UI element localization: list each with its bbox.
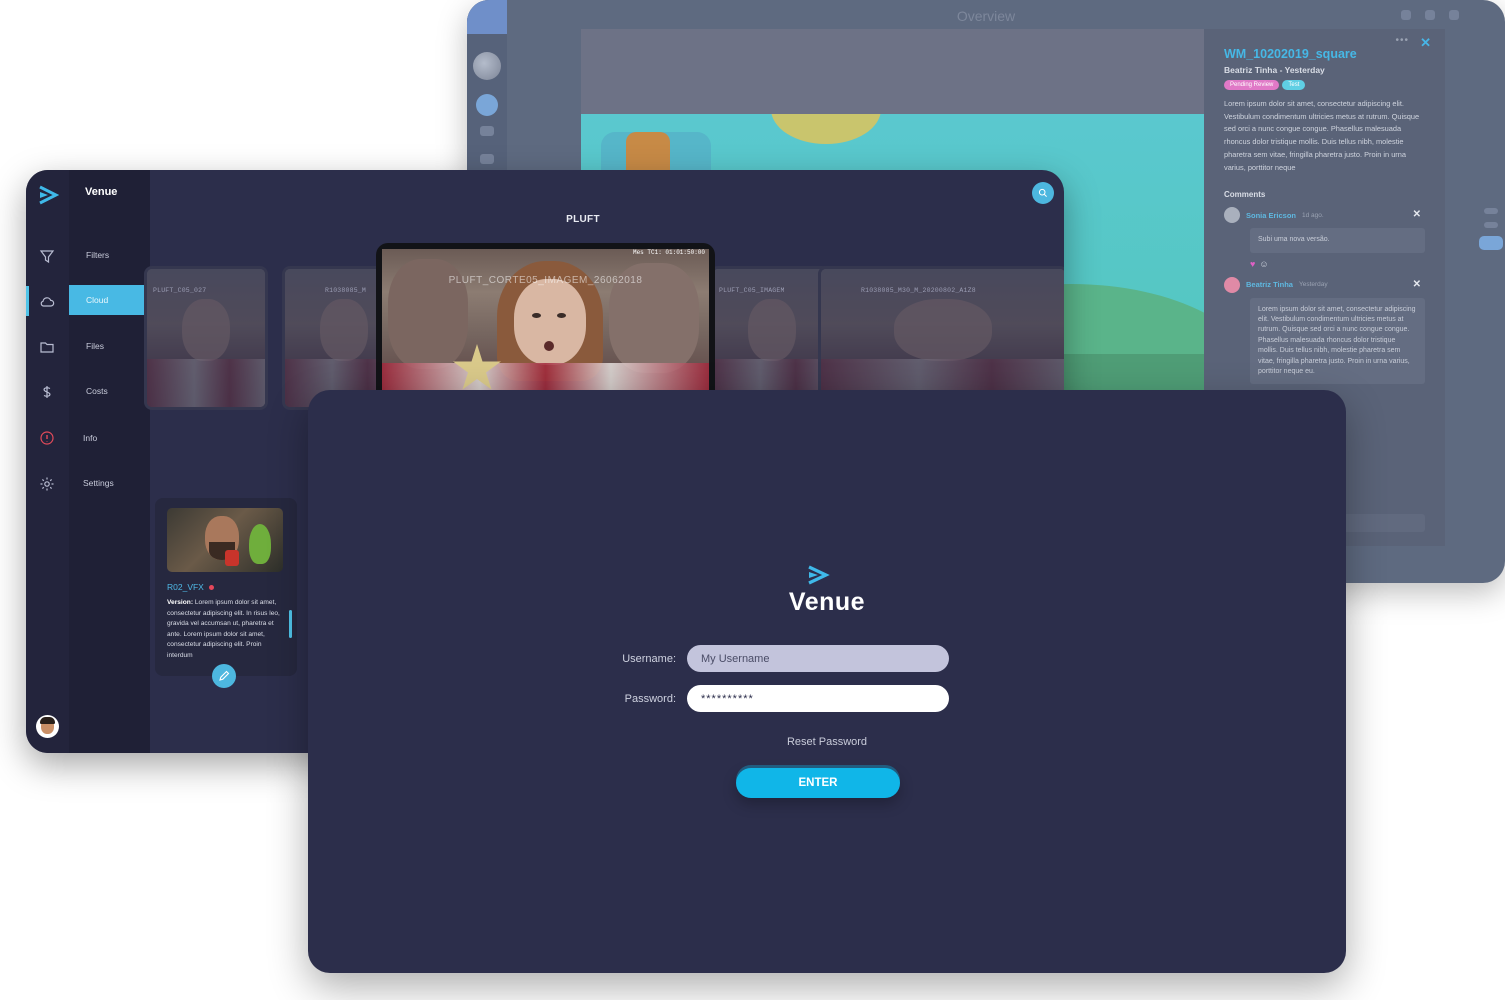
- comments-heading: Comments: [1224, 190, 1266, 200]
- search-button[interactable]: [1032, 182, 1054, 204]
- icon-rail: [26, 170, 69, 753]
- status-badge[interactable]: Pending Review: [1224, 80, 1280, 90]
- thumbnail-label: PLUFT_C05_027: [153, 287, 207, 294]
- comment-text: Subi uma nova versão.: [1250, 228, 1425, 253]
- asset-title: WM_10202019_square: [1224, 47, 1357, 61]
- tag-list: Pending Review Test: [1224, 80, 1425, 90]
- close-icon[interactable]: ✕: [1420, 35, 1431, 51]
- username-field[interactable]: [687, 645, 949, 672]
- scrollbar[interactable]: [289, 610, 292, 638]
- delete-icon[interactable]: ✕: [1413, 209, 1421, 220]
- tool-icon[interactable]: [1484, 208, 1498, 214]
- password-label: Password:: [624, 693, 676, 705]
- sidebar-item-costs[interactable]: Costs: [69, 376, 150, 406]
- comment: Beatriz Tinha Yesterday ✕ Lorem ipsum do…: [1224, 276, 1425, 385]
- version-card[interactable]: R02_VFX Version: Lorem ipsum dolor sit a…: [155, 498, 297, 688]
- comment-author[interactable]: Sonia Ericson: [1246, 211, 1296, 220]
- venue-logo-icon: [808, 565, 830, 585]
- avatar: [1224, 276, 1240, 293]
- comment-author[interactable]: Beatriz Tinha: [1246, 280, 1293, 289]
- media-thumbnail[interactable]: R1038085_M30_M_20200802_A1Z8: [818, 266, 1064, 410]
- tool-icon[interactable]: [1484, 222, 1498, 228]
- sidebar-item-cloud[interactable]: Cloud: [69, 285, 150, 315]
- login-window: Venue Username: Password: Reset Password…: [308, 390, 1346, 973]
- pencil-icon: [219, 670, 230, 681]
- thumbnail-label: R1038085_M30_M_20200802_A1Z8: [861, 287, 976, 294]
- delete-icon[interactable]: ✕: [1413, 279, 1421, 290]
- user-icon[interactable]: [1449, 10, 1459, 20]
- login-brand: Venue: [788, 588, 866, 616]
- nav-icon[interactable]: [480, 126, 494, 136]
- media-thumbnail[interactable]: PLUFT_C05_IMAGEM: [710, 266, 834, 410]
- password-field[interactable]: [687, 685, 949, 712]
- tool-pill[interactable]: [1479, 236, 1503, 250]
- nav-icon[interactable]: [476, 94, 498, 116]
- avatar[interactable]: [473, 52, 501, 80]
- active-indicator: [26, 286, 29, 316]
- nav-icon[interactable]: [480, 154, 494, 164]
- sidebar-menu: Venue Filters Cloud Files Costs Info Set…: [69, 170, 150, 753]
- sidebar-item-info[interactable]: Info: [69, 423, 150, 453]
- gear-icon[interactable]: [39, 476, 55, 492]
- card-thumbnail[interactable]: [167, 508, 283, 572]
- reset-password-link[interactable]: Reset Password: [308, 736, 1346, 748]
- search-icon: [1038, 188, 1047, 197]
- reactions: ♥ ☺: [1250, 259, 1425, 269]
- avatar: [1224, 207, 1240, 224]
- smile-icon[interactable]: ☺: [1259, 259, 1268, 269]
- sidebar-item-files[interactable]: Files: [69, 331, 150, 361]
- status-dot: [208, 584, 214, 590]
- sidebar-item-settings[interactable]: Settings: [69, 468, 150, 498]
- sidebar-item-filters[interactable]: Filters: [69, 240, 150, 270]
- comment-text: Lorem ipsum dolor sit amet, consectetur …: [1250, 297, 1425, 385]
- comment-time: 1d ago.: [1302, 211, 1324, 219]
- window-title: Overview: [956, 8, 1016, 24]
- heart-icon[interactable]: ♥: [1250, 259, 1255, 269]
- username-label: Username:: [622, 653, 676, 665]
- cloud-icon[interactable]: [39, 294, 55, 310]
- brand-name: Venue: [85, 186, 118, 198]
- media-thumbnail[interactable]: PLUFT_C05_027: [144, 266, 268, 410]
- clip-frame: [382, 249, 709, 393]
- enter-button[interactable]: ENTER: [736, 768, 900, 798]
- card-title[interactable]: R02_VFX: [167, 582, 285, 592]
- info-icon[interactable]: [39, 430, 55, 446]
- status-badge[interactable]: Test: [1282, 80, 1306, 90]
- screen: Overview ••• ✕ WM_10202019_square Beatri…: [0, 0, 1505, 1000]
- thumbnail-label: R1038085_M: [325, 287, 367, 294]
- asset-description: Lorem ipsum dolor sit amet, consectetur …: [1224, 99, 1420, 172]
- asset-meta: Beatriz Tinha - Yesterday: [1224, 65, 1325, 75]
- bell-icon[interactable]: [1425, 10, 1435, 20]
- user-avatar[interactable]: [36, 715, 59, 738]
- clip-watermark: PLUFT_CORTE05_IMAGEM_26062018: [448, 275, 643, 286]
- comment-time: Yesterday: [1298, 281, 1328, 289]
- thumbnail-label: PLUFT_C05_IMAGEM: [719, 287, 785, 294]
- project-title: PLUFT: [566, 214, 600, 225]
- more-icon[interactable]: •••: [1395, 35, 1409, 46]
- dollar-icon[interactable]: [39, 384, 55, 400]
- right-tools: [1477, 200, 1505, 270]
- timecode: Mes TC1: 01:01:50:00: [632, 249, 705, 256]
- comment: Sonia Ericson 1d ago. ✕ Subi uma nova ve…: [1224, 207, 1425, 269]
- card-description: Version: Lorem ipsum dolor sit amet, con…: [167, 599, 280, 659]
- folder-icon[interactable]: [39, 339, 55, 355]
- venue-logo-icon[interactable]: [37, 184, 59, 206]
- filter-icon[interactable]: [39, 248, 55, 264]
- search-icon[interactable]: [1401, 10, 1411, 20]
- featured-clip[interactable]: Mes TC1: 01:01:50:00 PLUFT_CORTE05_IMAGE…: [376, 243, 715, 393]
- window-toolbar: [1401, 10, 1459, 20]
- edit-button[interactable]: [212, 664, 236, 688]
